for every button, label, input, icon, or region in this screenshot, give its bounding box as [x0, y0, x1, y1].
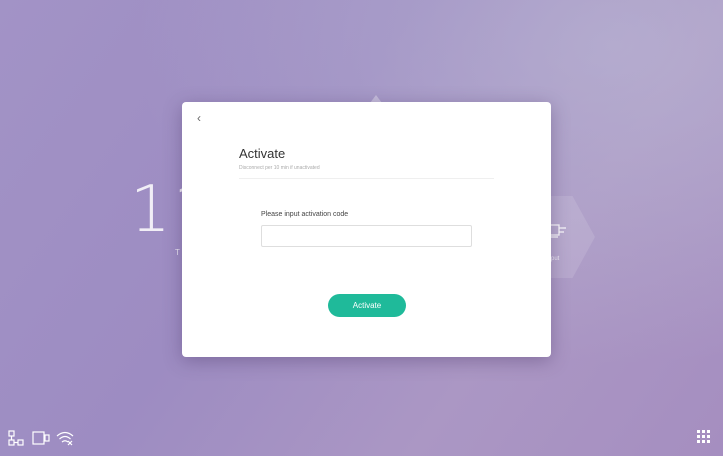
activation-code-input[interactable] — [261, 225, 472, 247]
network-icon[interactable] — [8, 430, 24, 446]
divider — [239, 178, 494, 179]
background-input-label: put — [551, 256, 560, 262]
activate-button[interactable]: Activate — [328, 294, 406, 317]
background-clock-subtitle: T — [175, 248, 180, 257]
apps-grid-icon[interactable] — [697, 430, 711, 444]
activation-code-label: Please input activation code — [261, 211, 349, 218]
dialog-title: Activate — [239, 146, 286, 161]
chevron-left-icon[interactable]: ‹ — [192, 110, 206, 126]
wifi-icon[interactable] — [56, 430, 74, 446]
plug-icon — [548, 224, 566, 238]
activate-dialog: ‹ Activate Disconnect per 10 min if unac… — [182, 102, 551, 357]
dialog-subtitle: Disconnect per 10 min if unactivated — [239, 165, 320, 171]
screen-share-icon[interactable] — [32, 430, 50, 446]
